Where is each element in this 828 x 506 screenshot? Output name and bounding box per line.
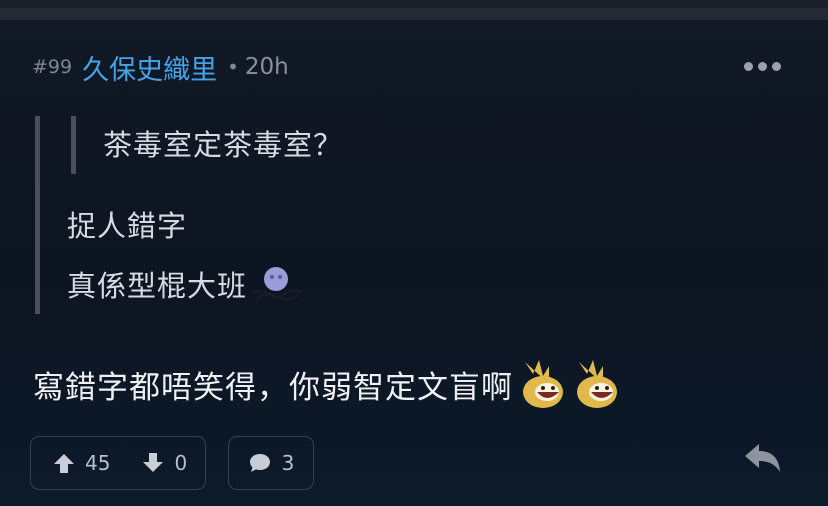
username-link[interactable]: 久保史織里 bbox=[82, 48, 217, 87]
quote-text-line-2: 真係型棍大班 bbox=[67, 263, 305, 305]
upvote-count: 45 bbox=[85, 451, 111, 475]
floor-number: #99 bbox=[32, 56, 73, 78]
top-bar bbox=[0, 0, 828, 20]
nested-quote-text: 茶毒室定茶毒室？ bbox=[103, 128, 344, 162]
top-divider bbox=[0, 8, 828, 20]
downvote-count: 0 bbox=[174, 451, 188, 475]
laughing-emoji-icon bbox=[573, 358, 621, 410]
separator-dot: • bbox=[227, 55, 239, 79]
reply-arrow-icon[interactable] bbox=[741, 440, 783, 478]
reply-text: 寫錯字都唔笑得，你弱智定文盲啊 bbox=[33, 369, 513, 406]
quote-text-line-1: 捉人錯字 bbox=[67, 209, 188, 243]
more-options-icon[interactable] bbox=[744, 58, 784, 74]
vote-bar: 45 0 bbox=[30, 436, 206, 490]
quote-bar-outer bbox=[35, 116, 40, 314]
post-header: #99 久保史織里 • 20h bbox=[32, 48, 289, 87]
quote-bar-inner bbox=[71, 116, 76, 174]
reply-body: 寫錯字都唔笑得，你弱智定文盲啊 bbox=[33, 358, 621, 410]
quote-text-line-2-label: 真係型棍大班 bbox=[67, 269, 248, 303]
arrow-down-icon[interactable] bbox=[142, 452, 164, 474]
ghost-emoji-icon bbox=[251, 266, 305, 302]
arrow-up-icon[interactable] bbox=[53, 452, 75, 474]
comment-count: 3 bbox=[281, 451, 295, 475]
comments-button[interactable]: 3 bbox=[228, 436, 314, 490]
comment-bubble-icon bbox=[248, 452, 272, 474]
post-time: 20h bbox=[244, 54, 289, 80]
laughing-emoji-icon bbox=[519, 358, 567, 410]
